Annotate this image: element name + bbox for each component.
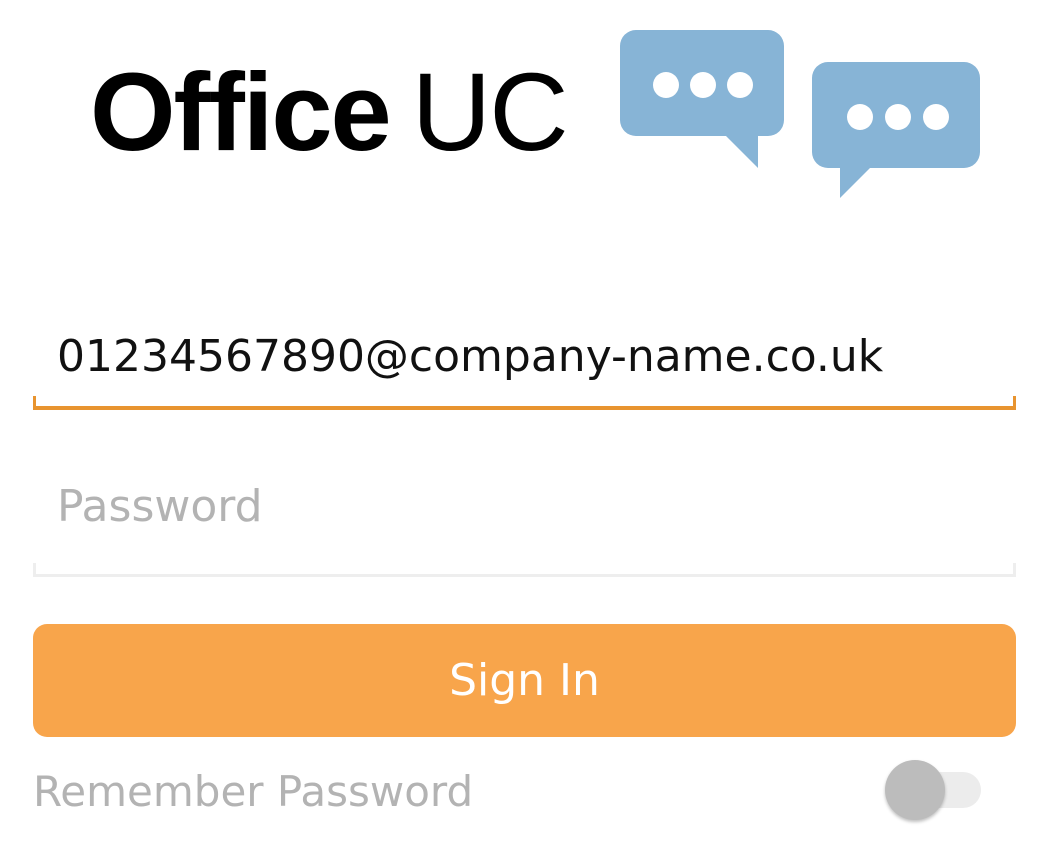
logo-wordmark: Office UC [90, 48, 569, 178]
remember-password-label: Remember Password [33, 767, 474, 816]
password-underline [33, 563, 1016, 577]
chat-bubble-icon [812, 62, 980, 198]
password-input[interactable] [57, 471, 1006, 541]
logo-word-office: Office [90, 51, 392, 174]
app-logo: Office UC [0, 0, 1048, 210]
toggle-thumb [885, 760, 945, 820]
password-field[interactable] [33, 455, 1016, 577]
username-underline [33, 396, 1016, 410]
sign-in-button[interactable]: Sign In [33, 624, 1016, 737]
username-input[interactable] [57, 324, 1006, 388]
username-field[interactable] [33, 300, 1016, 410]
logo-word-uc: UC [411, 51, 569, 174]
remember-password-toggle[interactable] [885, 758, 985, 822]
chat-bubble-icon [620, 30, 784, 168]
